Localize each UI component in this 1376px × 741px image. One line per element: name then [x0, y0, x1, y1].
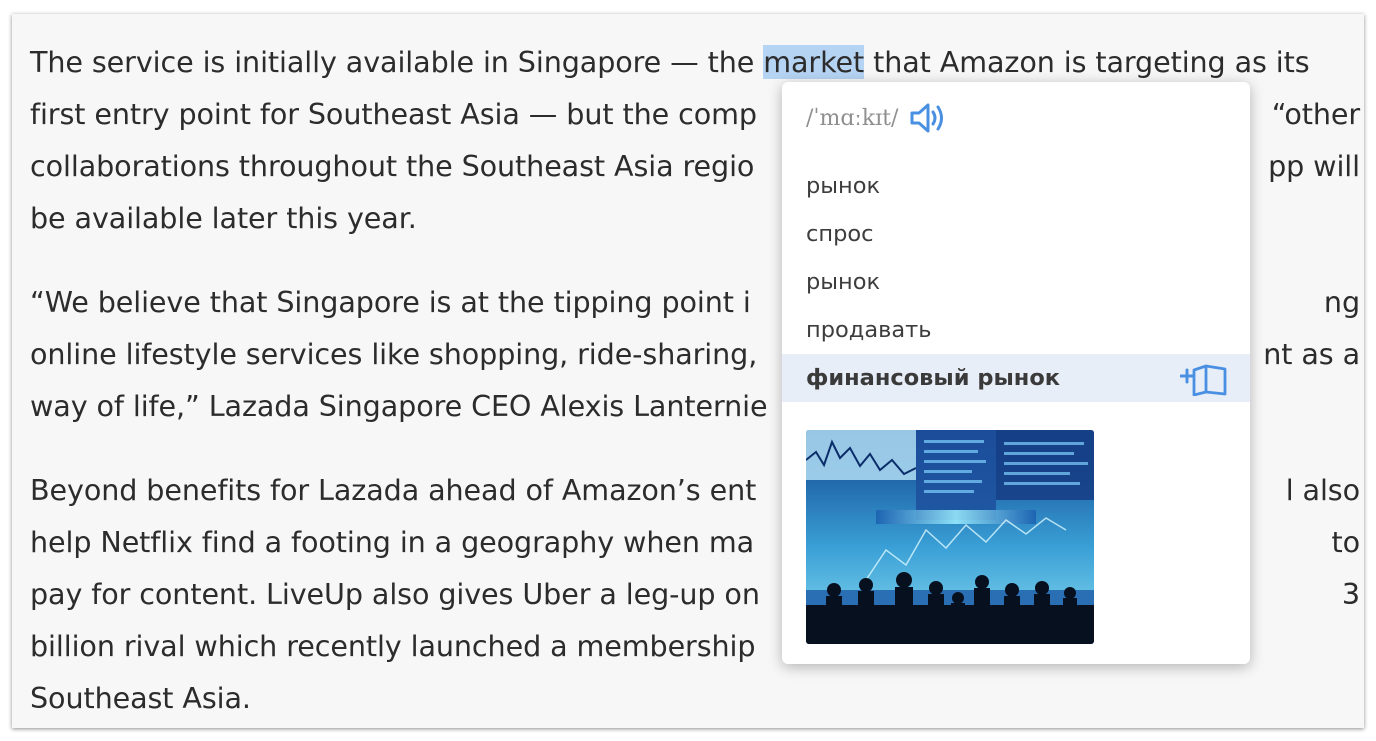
- text-line: The service is initially available in Si…: [30, 45, 1310, 79]
- translation-list: рынок спрос рынок продавать финансовый р…: [782, 162, 1250, 402]
- translation-item[interactable]: рынок: [782, 162, 1250, 210]
- translation-item[interactable]: спрос: [782, 210, 1250, 258]
- speaker-icon[interactable]: [908, 100, 948, 136]
- translation-item-active[interactable]: финансовый рынок: [782, 354, 1250, 402]
- add-to-dictionary-icon[interactable]: [1180, 362, 1228, 396]
- text-line: Southeast Asia.: [30, 681, 251, 715]
- transcription: /ˈmɑːkɪt/: [806, 105, 899, 131]
- translation-popup: /ˈmɑːkɪt/ рынок спрос рынок продавать фи…: [782, 82, 1250, 664]
- stock-market-image: [806, 430, 1094, 644]
- pronunciation-row: /ˈmɑːkɪt/: [806, 100, 948, 136]
- translation-item[interactable]: продавать: [782, 306, 1250, 354]
- selected-word[interactable]: market: [763, 45, 864, 79]
- translation-item[interactable]: рынок: [782, 258, 1250, 306]
